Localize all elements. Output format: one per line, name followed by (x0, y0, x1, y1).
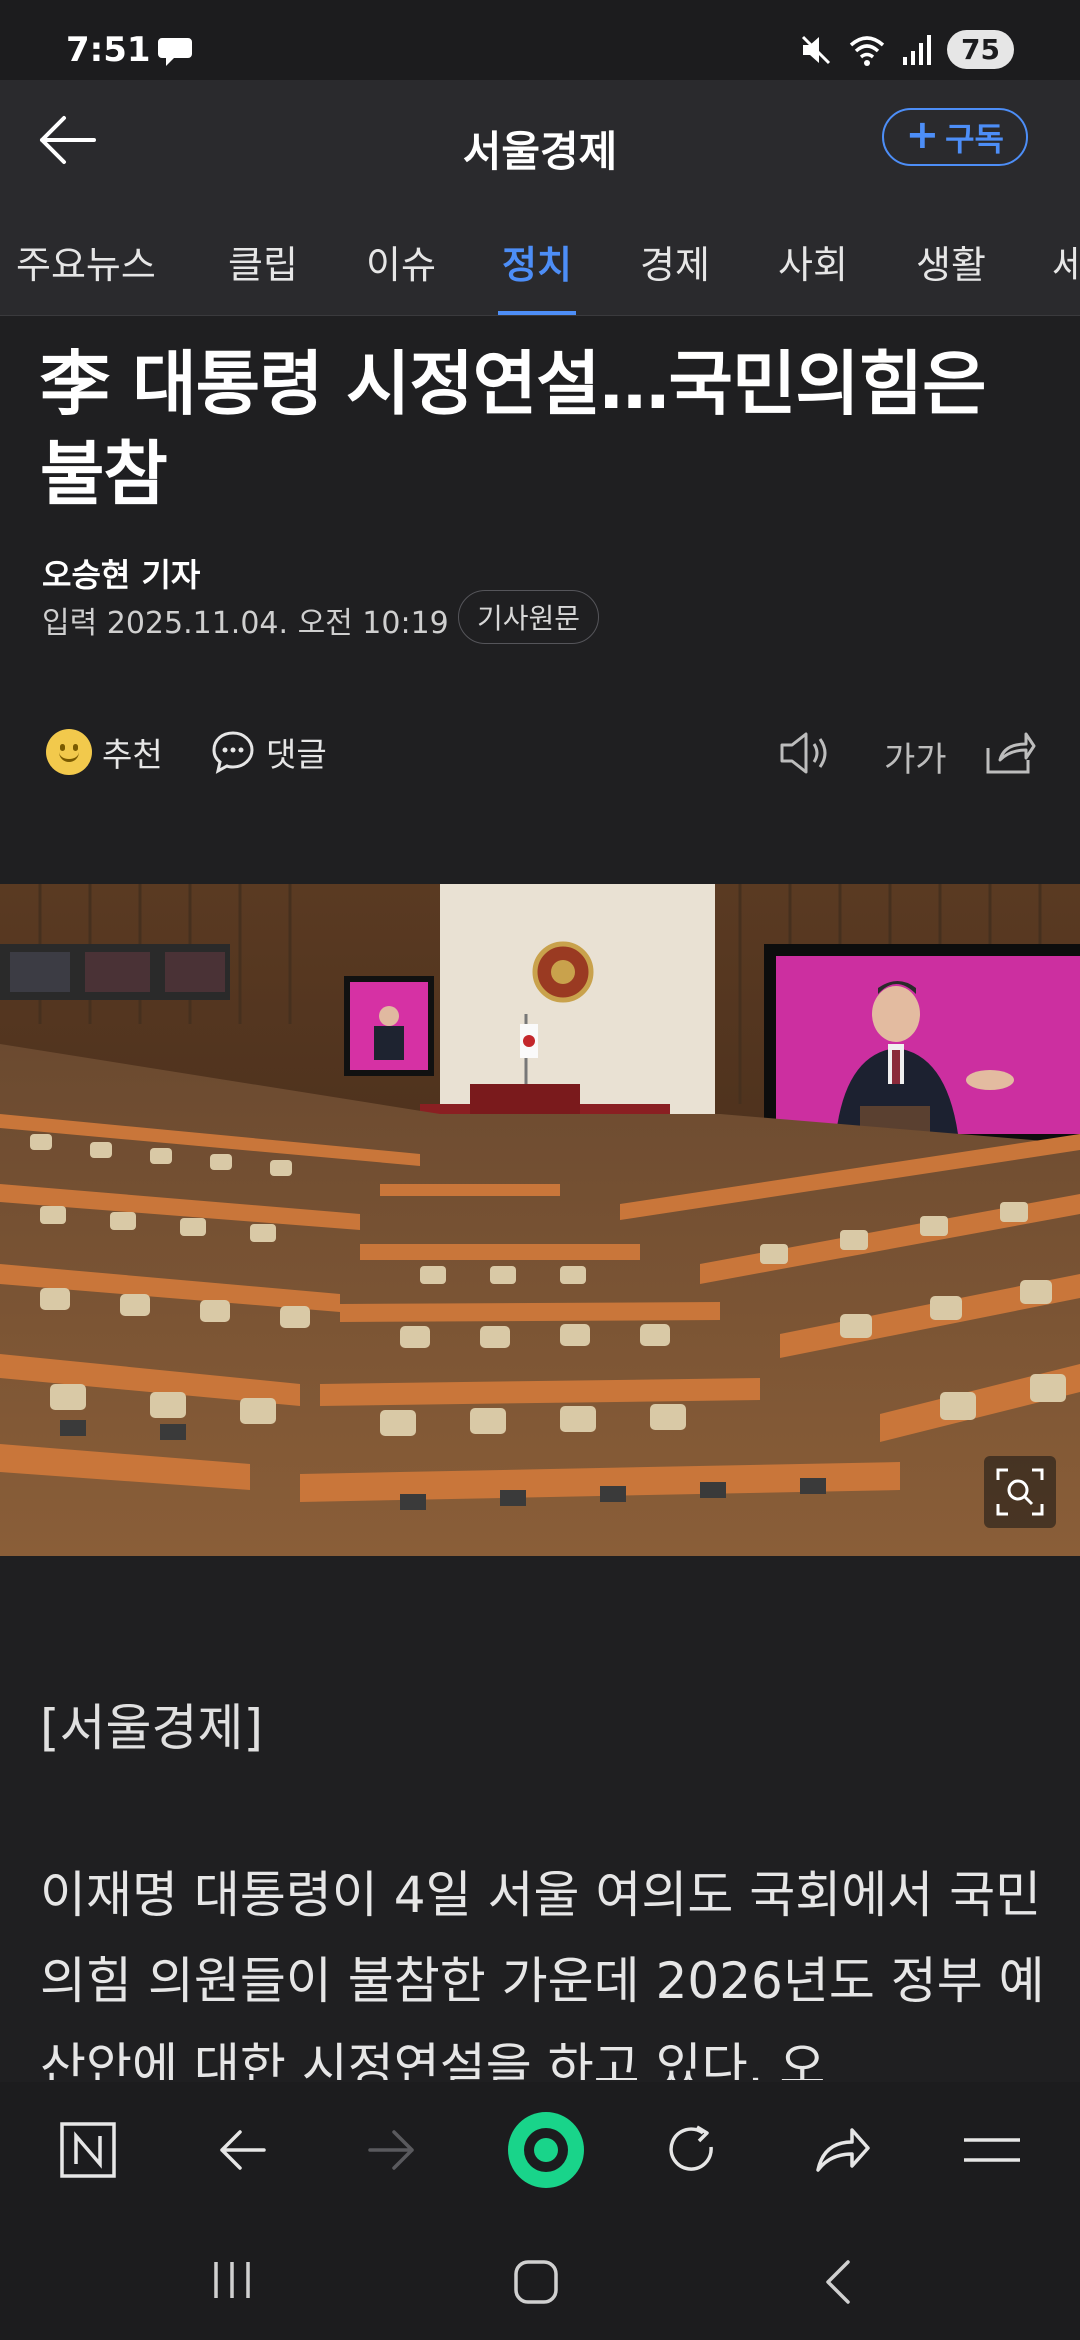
active-tab-indicator (498, 311, 576, 315)
signal-icon (903, 34, 932, 65)
forward-icon (368, 2130, 414, 2170)
recommend-button[interactable]: 추천 (46, 728, 163, 776)
article-actions: 추천 댓글 가가 (0, 720, 1080, 784)
browser-back-button[interactable] (204, 2112, 280, 2188)
article-photo[interactable] (0, 884, 1080, 1556)
menu-button[interactable] (954, 2112, 1030, 2188)
subscribe-label: 구독 (945, 120, 1004, 158)
green-dot-icon (508, 2112, 584, 2188)
font-size-icon: 가가 (884, 740, 947, 780)
battery-indicator: 75 (947, 30, 1014, 69)
original-article-button[interactable]: 기사원문 (458, 590, 600, 644)
system-navigation-bar (0, 2218, 1080, 2340)
reporter-name[interactable]: 오승현 기자 (42, 550, 200, 596)
app-header: 서울경제 + 구독 (0, 80, 1080, 200)
back-icon (220, 2130, 266, 2170)
naver-home-button[interactable] (50, 2112, 126, 2188)
share-icon[interactable] (984, 728, 1036, 776)
article-headline: 李 대통령 시정연설…국민의힘은 불참 (40, 343, 987, 515)
hamburger-menu-icon (964, 2138, 1020, 2162)
tab-economy[interactable]: 경제 (640, 234, 710, 315)
smile-icon (46, 729, 92, 775)
browser-forward-button[interactable] (354, 2112, 430, 2188)
tab-politics[interactable]: 정치 (498, 234, 576, 315)
comment-label: 댓글 (266, 735, 327, 774)
status-bar: 7:51 75 (0, 0, 1080, 80)
recommend-label: 추천 (102, 735, 163, 774)
plus-icon: + (905, 112, 940, 158)
article-dateline: 입력 2025.11.04. 오전 10:19 (42, 606, 449, 641)
tab-life[interactable]: 생활 (916, 234, 986, 315)
share-page-button[interactable] (804, 2112, 880, 2188)
tab-main-news[interactable]: 주요뉴스 (16, 234, 156, 315)
assembly-hall-image (0, 884, 1080, 1556)
article-body: 이재명 대통령이 4일 서울 여의도 국회에서 국민의힘 의원들이 불참한 가운… (40, 1866, 1045, 2080)
zoom-icon (996, 1468, 1044, 1516)
font-size-button[interactable]: 가가 (884, 732, 947, 781)
refresh-icon (669, 2125, 713, 2171)
status-icons: 75 (799, 30, 1014, 69)
share-arrow-icon (816, 2128, 870, 2172)
naver-n-icon (60, 2122, 116, 2178)
tab-clip[interactable]: 클립 (228, 234, 298, 315)
system-back-icon[interactable] (818, 2258, 858, 2306)
home-icon[interactable] (512, 2258, 560, 2306)
status-time: 7:51 (66, 30, 151, 70)
refresh-button[interactable] (654, 2112, 730, 2188)
subscribe-button[interactable]: + 구독 (881, 108, 1028, 166)
article-source: [서울경제] (40, 1699, 264, 1757)
wifi-icon (849, 35, 885, 66)
comment-button[interactable]: 댓글 (210, 728, 327, 776)
mute-icon (801, 35, 831, 64)
tab-society[interactable]: 사회 (778, 234, 848, 315)
image-zoom-button[interactable] (984, 1456, 1056, 1528)
tab-issue[interactable]: 이슈 (366, 234, 436, 315)
recent-apps-icon[interactable] (208, 2258, 256, 2302)
message-icon (158, 38, 192, 66)
browser-toolbar (0, 2082, 1080, 2218)
comment-icon (212, 731, 254, 774)
green-dot-button[interactable] (502, 2106, 590, 2194)
speaker-icon[interactable] (778, 730, 832, 776)
category-tabs: 주요뉴스 클립 이슈 정치 경제 사회 생활 세 (0, 200, 1080, 316)
tab-world[interactable]: 세 (1052, 234, 1080, 315)
